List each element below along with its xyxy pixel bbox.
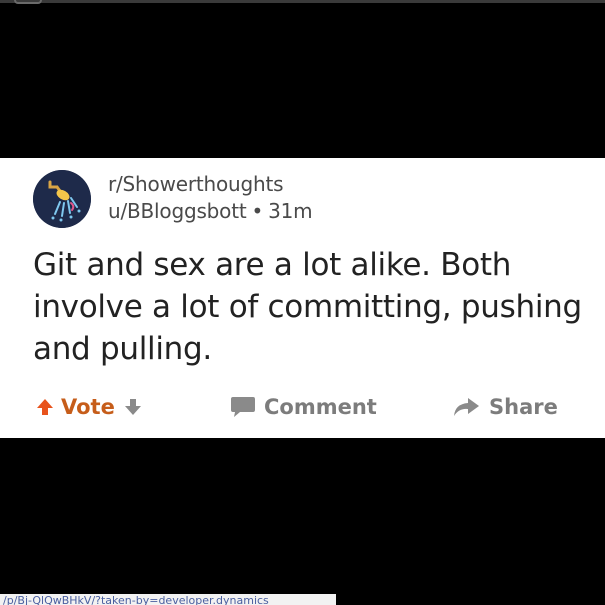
- subreddit-avatar[interactable]: [33, 170, 91, 228]
- post-age: 31m: [268, 199, 313, 223]
- meta-separator: •: [251, 199, 264, 223]
- post-meta: u/BBloggsbott • 31m: [108, 199, 313, 223]
- author-name[interactable]: u/BBloggsbott: [108, 199, 247, 223]
- vote-controls: Vote: [35, 392, 143, 422]
- post-title[interactable]: Git and sex are a lot alike. Both involv…: [33, 244, 593, 370]
- comment-label: Comment: [264, 395, 377, 419]
- share-label: Share: [489, 395, 558, 419]
- down-arrow-icon[interactable]: [123, 397, 143, 417]
- top-edge: [0, 0, 605, 3]
- source-url[interactable]: /p/Bj-QlQwBHkV/?taken-by=developer.dynam…: [3, 595, 269, 605]
- shower-head-icon: [33, 170, 91, 228]
- share-button[interactable]: Share: [452, 392, 558, 422]
- comment-button[interactable]: Comment: [230, 392, 377, 422]
- speech-bubble-icon: [230, 395, 256, 419]
- reddit-post-card: r/Showerthoughts u/BBloggsbott • 31m Git a…: [0, 158, 605, 438]
- vote-label: Vote: [61, 395, 115, 419]
- subreddit-name[interactable]: r/Showerthoughts: [108, 172, 284, 196]
- share-arrow-icon: [452, 395, 480, 419]
- up-arrow-icon[interactable]: [35, 397, 55, 417]
- footer-url-bar: /p/Bj-QlQwBHkV/?taken-by=developer.dynam…: [0, 594, 336, 605]
- top-notch: [14, 0, 42, 4]
